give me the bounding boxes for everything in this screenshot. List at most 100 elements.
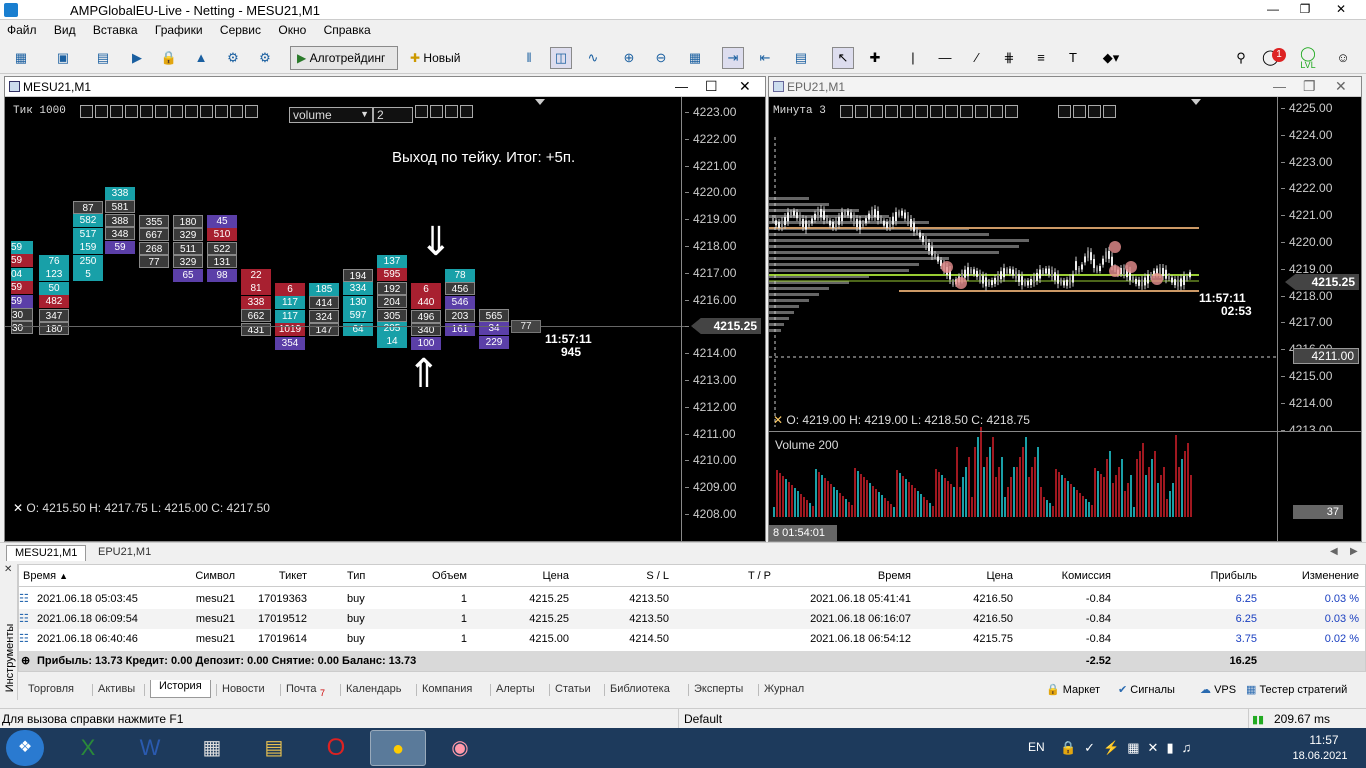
paint-icon[interactable]: ◉ <box>432 730 488 766</box>
col-volume[interactable]: Объем <box>399 565 467 587</box>
col-change[interactable]: Изменение <box>1269 565 1359 587</box>
bar-chart-icon[interactable]: ‖ <box>518 47 540 69</box>
col-type[interactable]: Тип <box>347 565 365 587</box>
tabs-scroll-left-icon[interactable]: ◀ <box>1330 546 1338 557</box>
menu-tools[interactable]: Сервис <box>213 20 268 40</box>
terminal-tab[interactable]: Журнал <box>764 683 804 695</box>
shapes-icon[interactable]: ◆▾ <box>1094 47 1128 69</box>
cursor-icon[interactable]: ↖ <box>832 47 854 69</box>
signal-icon[interactable]: ▲ <box>190 47 212 69</box>
text-icon[interactable]: T <box>1062 47 1084 69</box>
toolbox-side[interactable]: ✕ Инструменты <box>0 564 18 700</box>
tab-mesu21[interactable]: MESU21,M1 <box>6 545 87 561</box>
terminal-tab[interactable]: Эксперты <box>694 683 743 695</box>
terminal-tab[interactable]: История <box>150 680 211 698</box>
menu-insert[interactable]: Вставка <box>86 20 145 40</box>
shift-icon[interactable]: ⇤ <box>754 47 776 69</box>
price-tick-label: 4221.00 <box>693 158 737 173</box>
tab-divider <box>144 684 145 696</box>
minimize-button[interactable]: — <box>1262 2 1284 18</box>
new-chart-icon[interactable]: ▦ <box>10 47 32 69</box>
terminal-tab[interactable]: Новости <box>222 683 265 695</box>
account-icon[interactable]: ☺ <box>1332 47 1354 69</box>
toolbox-close-icon[interactable]: ✕ <box>4 564 12 575</box>
data-window-icon[interactable]: ▶ <box>126 47 148 69</box>
col-time[interactable]: Время ▲ <box>23 565 68 587</box>
search-icon[interactable]: ⚲ <box>1230 47 1252 69</box>
col-commission[interactable]: Комиссия <box>1029 565 1111 587</box>
autoscroll-icon[interactable]: ⇥ <box>722 47 744 69</box>
strategy-icon[interactable]: ⚙ <box>254 47 276 69</box>
vline-icon[interactable]: | <box>902 47 924 69</box>
right-link[interactable]: ✔ Сигналы <box>1118 683 1175 696</box>
col-close-price[interactable]: Цена <box>939 565 1013 587</box>
algo-trading-button[interactable]: ▶ Алготрейдинг <box>290 46 398 70</box>
col-tp[interactable]: T / P <box>679 565 771 587</box>
terminal-tab[interactable]: Активы <box>98 683 135 695</box>
zoom-in-icon[interactable]: ⊕ <box>618 47 640 69</box>
col-price[interactable]: Цена <box>489 565 569 587</box>
terminal-tab[interactable]: Алерты <box>496 683 535 695</box>
shift-marker-2[interactable] <box>1191 99 1201 105</box>
line-chart-icon[interactable]: ∿ <box>582 47 604 69</box>
market-watch-icon[interactable]: ▤ <box>92 47 114 69</box>
menu-view[interactable]: Вид <box>47 20 83 40</box>
candles-icon[interactable]: ◫ <box>550 47 572 69</box>
tabs-scroll-right-icon[interactable]: ▶ <box>1350 546 1358 557</box>
add-icon[interactable]: ⊕ <box>21 651 30 671</box>
terminal-tab[interactable]: Почта <box>286 683 317 695</box>
right-link[interactable]: ☁ VPS <box>1200 683 1236 696</box>
col-profit[interactable]: Прибыль <box>1159 565 1257 587</box>
col-symbol[interactable]: Символ <box>149 565 235 587</box>
start-button[interactable]: ❖ <box>6 730 44 766</box>
opera-icon[interactable]: O <box>308 730 364 766</box>
menu-file[interactable]: Файл <box>0 20 44 40</box>
notifications-button[interactable]: ◯ 1 <box>1262 48 1286 68</box>
templates-icon[interactable]: ▤ <box>790 47 812 69</box>
menu-help[interactable]: Справка <box>317 20 378 40</box>
chart2-close-button[interactable]: ✕ <box>1335 78 1347 95</box>
terminal-tab[interactable]: Статьи <box>555 683 591 695</box>
terminal-tab[interactable]: Календарь <box>346 683 402 695</box>
zoom-out-icon[interactable]: ⊖ <box>650 47 672 69</box>
right-link[interactable]: ▦ Тестер стратегий <box>1246 683 1347 696</box>
lang-indicator[interactable]: EN <box>1028 740 1045 754</box>
chart-maximize-button[interactable]: ☐ <box>705 78 718 95</box>
chart-close-button[interactable]: ✕ <box>739 78 751 95</box>
tray-icons[interactable]: 🔒✓⚡▦✕▮♫ <box>1060 740 1199 756</box>
hline-icon[interactable]: — <box>934 47 956 69</box>
menu-charts[interactable]: Графики <box>148 20 210 40</box>
table-row[interactable]: ☷ 2021.06.18 05:03:45 mesu21 17019363 buy 1 42… <box>19 589 1365 609</box>
terminal-tab[interactable]: Торговля <box>28 683 74 695</box>
word-icon[interactable]: W <box>122 730 178 766</box>
right-link[interactable]: 🔒 Маркет <box>1046 683 1100 696</box>
restore-button[interactable]: ❐ <box>1294 2 1316 18</box>
profiles-icon[interactable]: ▣ <box>52 47 74 69</box>
metatrader-icon[interactable]: ● <box>370 730 426 766</box>
menu-window[interactable]: Окно <box>271 20 313 40</box>
trendline-icon[interactable]: ∕ <box>966 47 988 69</box>
close-button[interactable]: ✕ <box>1330 2 1352 18</box>
level-button[interactable]: ◯ LVL <box>1296 46 1320 70</box>
channel-icon[interactable]: ⋕ <box>998 47 1020 69</box>
shift-marker[interactable] <box>535 99 545 105</box>
lock-icon[interactable]: 🔒 <box>158 47 180 69</box>
table-row[interactable]: ☷ 2021.06.18 06:09:54 mesu21 17019512 buy 1 42… <box>19 609 1365 629</box>
excel-icon[interactable]: X <box>60 730 116 766</box>
folder-icon[interactable]: ▤ <box>246 730 302 766</box>
chart2-minimize-button[interactable]: — <box>1273 79 1286 94</box>
new-order-button[interactable]: ✚ Новый ордер <box>403 46 503 87</box>
table-row[interactable]: ☷ 2021.06.18 06:40:46 mesu21 17019614 buy 1 42… <box>19 629 1365 649</box>
terminal-tab[interactable]: Библиотека <box>610 683 670 695</box>
chart2-maximize-button[interactable]: ❐ <box>1303 78 1316 95</box>
crosshair-icon[interactable]: ✚ <box>864 47 886 69</box>
calculator-icon[interactable]: ▦ <box>184 730 240 766</box>
terminal-tab[interactable]: Компания <box>422 683 472 695</box>
fibo-icon[interactable]: ≡ <box>1030 47 1052 69</box>
col-ticket[interactable]: Тикет <box>239 565 307 587</box>
tile-icon[interactable]: ▦ <box>684 47 706 69</box>
robot-icon[interactable]: ⚙ <box>222 47 244 69</box>
col-close-time[interactable]: Время <box>809 565 911 587</box>
col-sl[interactable]: S / L <box>579 565 669 587</box>
tab-epu21[interactable]: EPU21,M1 <box>90 545 159 561</box>
